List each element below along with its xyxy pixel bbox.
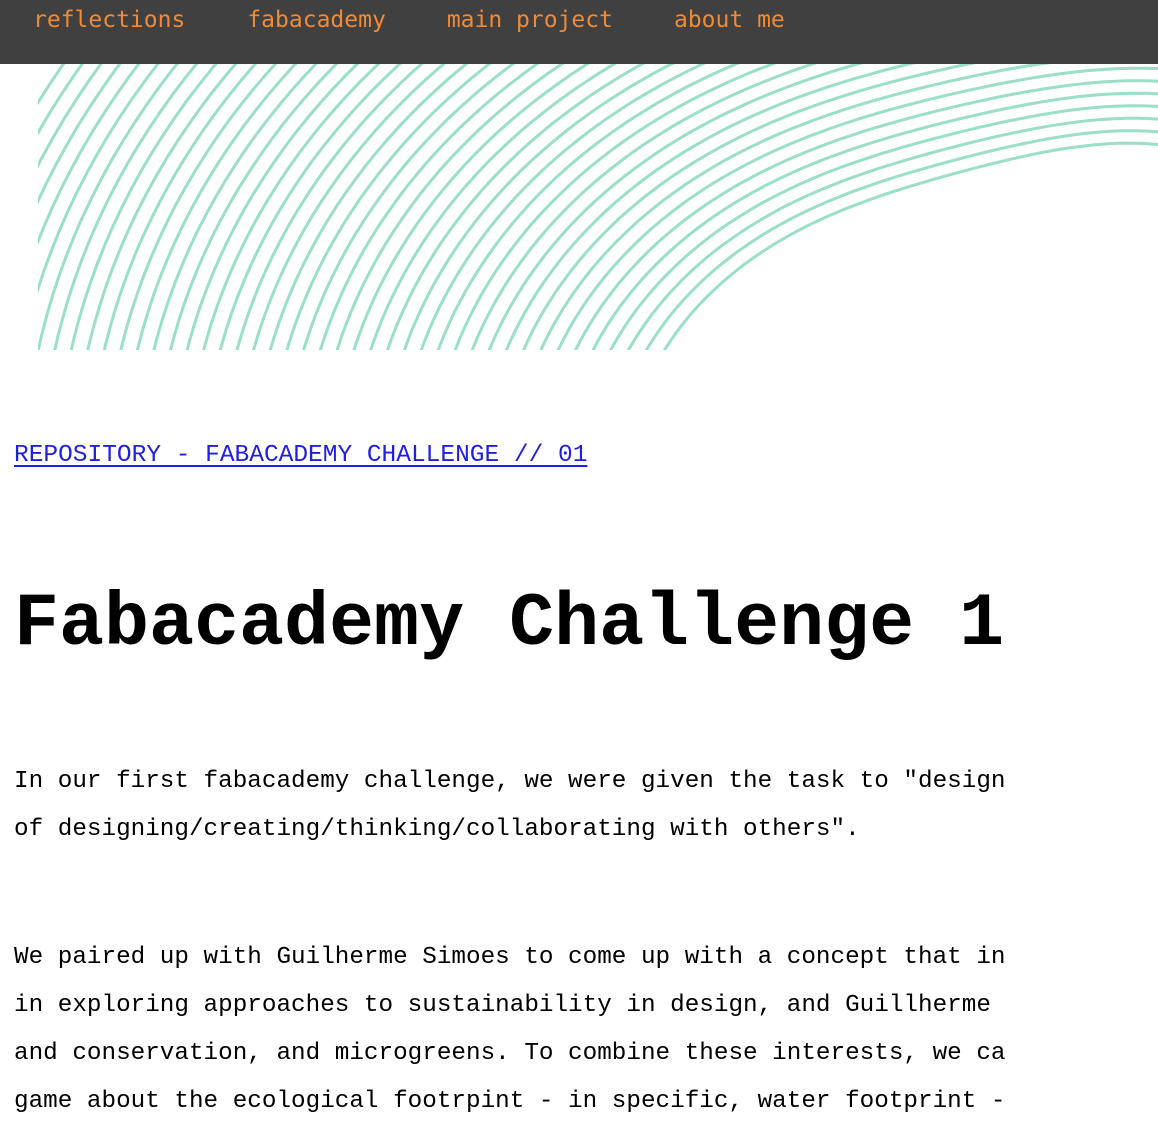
wave-line [662,141,1158,350]
hero-banner [0,64,1158,350]
wave-line [609,104,1158,350]
wave-line [470,64,818,350]
collaboration-paragraph: We paired up with Guilherme Simoes to co… [14,934,1158,1126]
nav-link-fabacademy[interactable]: fabacademy [247,0,385,32]
paragraph-line: in exploring approaches to sustainabilit… [14,992,991,1019]
wave-line [626,116,1158,350]
page-title: Fabacademy Challenge 1 [14,582,1005,667]
top-navigation: reflections fabacademy main project abou… [0,0,1158,64]
paragraph-line: game about the ecological footrpint - in… [14,1088,1006,1115]
paragraph-line: of designing/creating/thinking/collabora… [14,816,860,843]
nav-link-main-project[interactable]: main project [447,0,613,32]
wavy-lines-pattern [0,64,1158,350]
repository-link[interactable]: REPOSITORY - FABACADEMY CHALLENGE // 01 [14,440,587,472]
intro-paragraph: In our first fabacademy challenge, we we… [14,758,1158,854]
nav-link-reflections[interactable]: reflections [33,0,185,32]
wave-line [419,64,707,350]
wave-line [453,64,777,350]
paragraph-line: and conservation, and microgreens. To co… [14,1040,1006,1067]
nav-link-about-me[interactable]: about me [674,0,785,32]
hero-left-mask [0,64,38,350]
paragraph-line: In our first fabacademy challenge, we we… [14,768,1006,795]
wave-line [36,64,179,350]
paragraph-line: We paired up with Guilherme Simoes to co… [14,944,1006,971]
wave-line [522,64,976,350]
